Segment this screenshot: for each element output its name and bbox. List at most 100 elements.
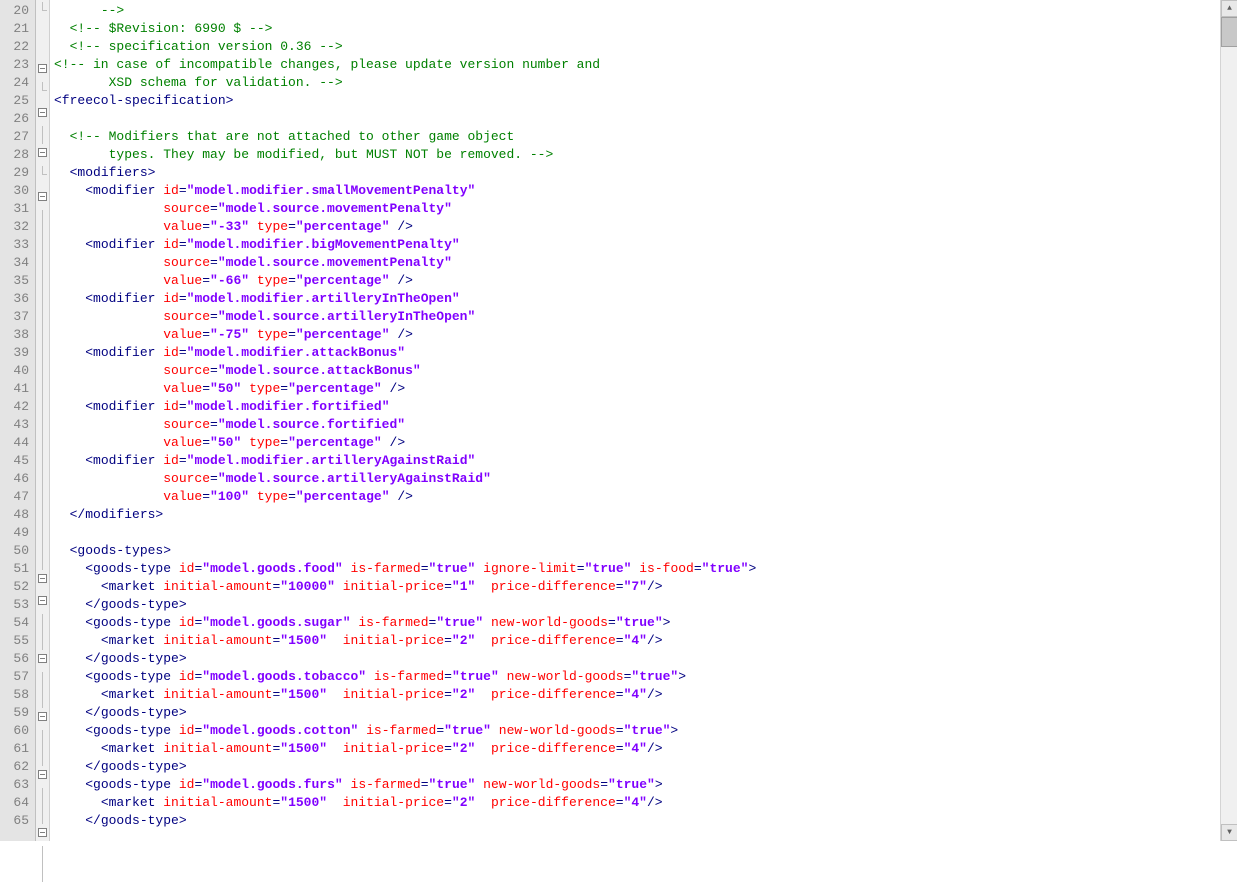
line-number[interactable]: 27 (10, 128, 29, 146)
code-line[interactable]: <modifier id="model.modifier.attackBonus… (54, 344, 1220, 362)
line-number[interactable]: 63 (10, 776, 29, 794)
scroll-down-button[interactable]: ▼ (1221, 824, 1237, 841)
fold-collapse-icon[interactable] (38, 654, 47, 663)
code-line[interactable]: source="model.source.attackBonus" (54, 362, 1220, 380)
line-number[interactable]: 58 (10, 686, 29, 704)
line-number[interactable]: 52 (10, 578, 29, 596)
line-number[interactable]: 57 (10, 668, 29, 686)
line-number[interactable]: 65 (10, 812, 29, 830)
code-line[interactable]: </goods-type> (54, 758, 1220, 776)
line-number[interactable]: 44 (10, 434, 29, 452)
fold-collapse-icon[interactable] (38, 64, 47, 73)
code-line[interactable]: <modifiers> (54, 164, 1220, 182)
code-line[interactable]: </goods-type> (54, 650, 1220, 668)
code-line[interactable]: <freecol-specification> (54, 92, 1220, 110)
code-line[interactable]: <modifier id="model.modifier.smallMoveme… (54, 182, 1220, 200)
fold-collapse-icon[interactable] (38, 148, 47, 157)
fold-collapse-icon[interactable] (38, 596, 47, 605)
code-line[interactable]: <modifier id="model.modifier.artilleryIn… (54, 290, 1220, 308)
code-line[interactable]: <market initial-amount="1500" initial-pr… (54, 686, 1220, 704)
line-number[interactable]: 35 (10, 272, 29, 290)
code-line[interactable]: value="50" type="percentage" /> (54, 434, 1220, 452)
line-number[interactable]: 21 (10, 20, 29, 38)
line-number[interactable]: 22 (10, 38, 29, 56)
code-line[interactable]: <goods-types> (54, 542, 1220, 560)
line-number[interactable]: 45 (10, 452, 29, 470)
fold-collapse-icon[interactable] (38, 574, 47, 583)
code-line[interactable]: --> (54, 2, 1220, 20)
code-line[interactable]: <goods-type id="model.goods.furs" is-far… (54, 776, 1220, 794)
code-line[interactable]: value="-66" type="percentage" /> (54, 272, 1220, 290)
code-line[interactable]: <modifier id="model.modifier.bigMovement… (54, 236, 1220, 254)
line-number[interactable]: 20 (10, 2, 29, 20)
line-number[interactable]: 34 (10, 254, 29, 272)
vertical-scrollbar[interactable]: ▲ ▼ (1220, 0, 1237, 841)
line-number[interactable]: 56 (10, 650, 29, 668)
code-line[interactable]: <goods-type id="model.goods.tobacco" is-… (54, 668, 1220, 686)
code-line[interactable]: source="model.source.artilleryAgainstRai… (54, 470, 1220, 488)
code-line[interactable]: <goods-type id="model.goods.cotton" is-f… (54, 722, 1220, 740)
code-line[interactable] (54, 110, 1220, 128)
line-number[interactable]: 33 (10, 236, 29, 254)
line-number[interactable]: 60 (10, 722, 29, 740)
line-number[interactable]: 40 (10, 362, 29, 380)
line-number[interactable]: 49 (10, 524, 29, 542)
code-line[interactable]: <!-- $Revision: 6990 $ --> (54, 20, 1220, 38)
code-line[interactable]: source="model.source.movementPenalty" (54, 254, 1220, 272)
code-line[interactable]: value="-33" type="percentage" /> (54, 218, 1220, 236)
line-number[interactable]: 50 (10, 542, 29, 560)
code-line[interactable] (54, 524, 1220, 542)
line-number[interactable]: 48 (10, 506, 29, 524)
line-number[interactable]: 31 (10, 200, 29, 218)
line-number[interactable]: 25 (10, 92, 29, 110)
line-number[interactable]: 64 (10, 794, 29, 812)
line-number[interactable]: 43 (10, 416, 29, 434)
fold-gutter[interactable] (36, 0, 50, 841)
line-number[interactable]: 28 (10, 146, 29, 164)
line-number[interactable]: 55 (10, 632, 29, 650)
line-number[interactable]: 26 (10, 110, 29, 128)
fold-collapse-icon[interactable] (38, 712, 47, 721)
line-number[interactable]: 59 (10, 704, 29, 722)
code-line[interactable]: <modifier id="model.modifier.artilleryAg… (54, 452, 1220, 470)
line-number[interactable]: 51 (10, 560, 29, 578)
line-number[interactable]: 53 (10, 596, 29, 614)
fold-collapse-icon[interactable] (38, 828, 47, 837)
code-line[interactable]: value="-75" type="percentage" /> (54, 326, 1220, 344)
line-number[interactable]: 46 (10, 470, 29, 488)
code-line[interactable]: <goods-type id="model.goods.food" is-far… (54, 560, 1220, 578)
line-number[interactable]: 29 (10, 164, 29, 182)
line-number[interactable]: 24 (10, 74, 29, 92)
code-line[interactable]: types. They may be modified, but MUST NO… (54, 146, 1220, 164)
fold-collapse-icon[interactable] (38, 192, 47, 201)
code-line[interactable]: <market initial-amount="1500" initial-pr… (54, 794, 1220, 812)
code-line[interactable]: <market initial-amount="10000" initial-p… (54, 578, 1220, 596)
fold-collapse-icon[interactable] (38, 770, 47, 779)
code-line[interactable]: value="100" type="percentage" /> (54, 488, 1220, 506)
code-line[interactable]: <!-- in case of incompatible changes, pl… (54, 56, 1220, 74)
line-number[interactable]: 42 (10, 398, 29, 416)
line-number[interactable]: 47 (10, 488, 29, 506)
code-line[interactable]: <!-- specification version 0.36 --> (54, 38, 1220, 56)
scroll-thumb[interactable] (1221, 17, 1237, 47)
line-number[interactable]: 39 (10, 344, 29, 362)
code-line[interactable]: </goods-type> (54, 596, 1220, 614)
scroll-up-button[interactable]: ▲ (1221, 0, 1237, 17)
code-line[interactable]: </modifiers> (54, 506, 1220, 524)
line-number[interactable]: 41 (10, 380, 29, 398)
line-number[interactable]: 61 (10, 740, 29, 758)
code-line[interactable]: <modifier id="model.modifier.fortified" (54, 398, 1220, 416)
line-number[interactable]: 38 (10, 326, 29, 344)
fold-collapse-icon[interactable] (38, 108, 47, 117)
code-area[interactable]: --> <!-- $Revision: 6990 $ --> <!-- spec… (50, 0, 1220, 841)
code-line[interactable]: source="model.source.artilleryInTheOpen" (54, 308, 1220, 326)
line-number[interactable]: 36 (10, 290, 29, 308)
line-number[interactable]: 32 (10, 218, 29, 236)
line-number[interactable]: 30 (10, 182, 29, 200)
code-line[interactable]: <!-- Modifiers that are not attached to … (54, 128, 1220, 146)
code-line[interactable]: <goods-type id="model.goods.sugar" is-fa… (54, 614, 1220, 632)
code-line[interactable]: source="model.source.fortified" (54, 416, 1220, 434)
code-line[interactable]: </goods-type> (54, 812, 1220, 830)
line-number[interactable]: 23 (10, 56, 29, 74)
line-number[interactable]: 54 (10, 614, 29, 632)
